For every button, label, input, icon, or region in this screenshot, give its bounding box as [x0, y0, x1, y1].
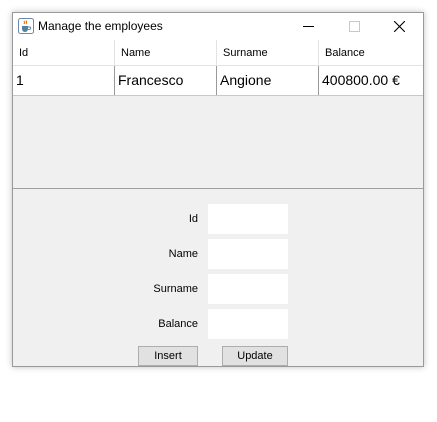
column-header-balance[interactable]: Balance [319, 40, 423, 65]
cell-name[interactable]: Francesco [115, 66, 217, 95]
maximize-button[interactable] [332, 13, 378, 40]
id-label: Id [188, 213, 198, 225]
balance-label: Balance [158, 318, 198, 330]
surname-field[interactable] [208, 274, 288, 304]
table-row[interactable]: 1 Francesco Angione 400800.00 € [13, 66, 423, 96]
window-title: Manage the employees [38, 19, 163, 33]
maximize-icon [349, 21, 360, 32]
main-window: Manage the employees Id Name Surname Bal… [12, 12, 424, 367]
id-field[interactable] [208, 204, 288, 234]
insert-button[interactable]: Insert [138, 346, 198, 366]
minimize-icon [303, 26, 314, 27]
balance-field[interactable] [208, 309, 288, 339]
column-header-id[interactable]: Id [13, 40, 115, 65]
update-button[interactable]: Update [222, 346, 288, 366]
close-icon [394, 21, 405, 32]
column-header-name[interactable]: Name [115, 40, 217, 65]
name-label: Name [168, 248, 198, 260]
title-bar[interactable]: Manage the employees [13, 13, 423, 40]
table-header: Id Name Surname Balance [13, 40, 423, 66]
name-field[interactable] [208, 239, 288, 269]
column-header-surname[interactable]: Surname [217, 40, 319, 65]
surname-label: Surname [153, 283, 198, 295]
cell-surname[interactable]: Angione [217, 66, 319, 95]
cell-id[interactable]: 1 [13, 66, 115, 95]
minimize-button[interactable] [286, 13, 332, 40]
java-cup-icon [18, 18, 34, 34]
cell-balance[interactable]: 400800.00 € [319, 66, 423, 95]
close-button[interactable] [377, 13, 423, 40]
employees-table[interactable]: Id Name Surname Balance 1 Francesco Angi… [13, 40, 423, 189]
